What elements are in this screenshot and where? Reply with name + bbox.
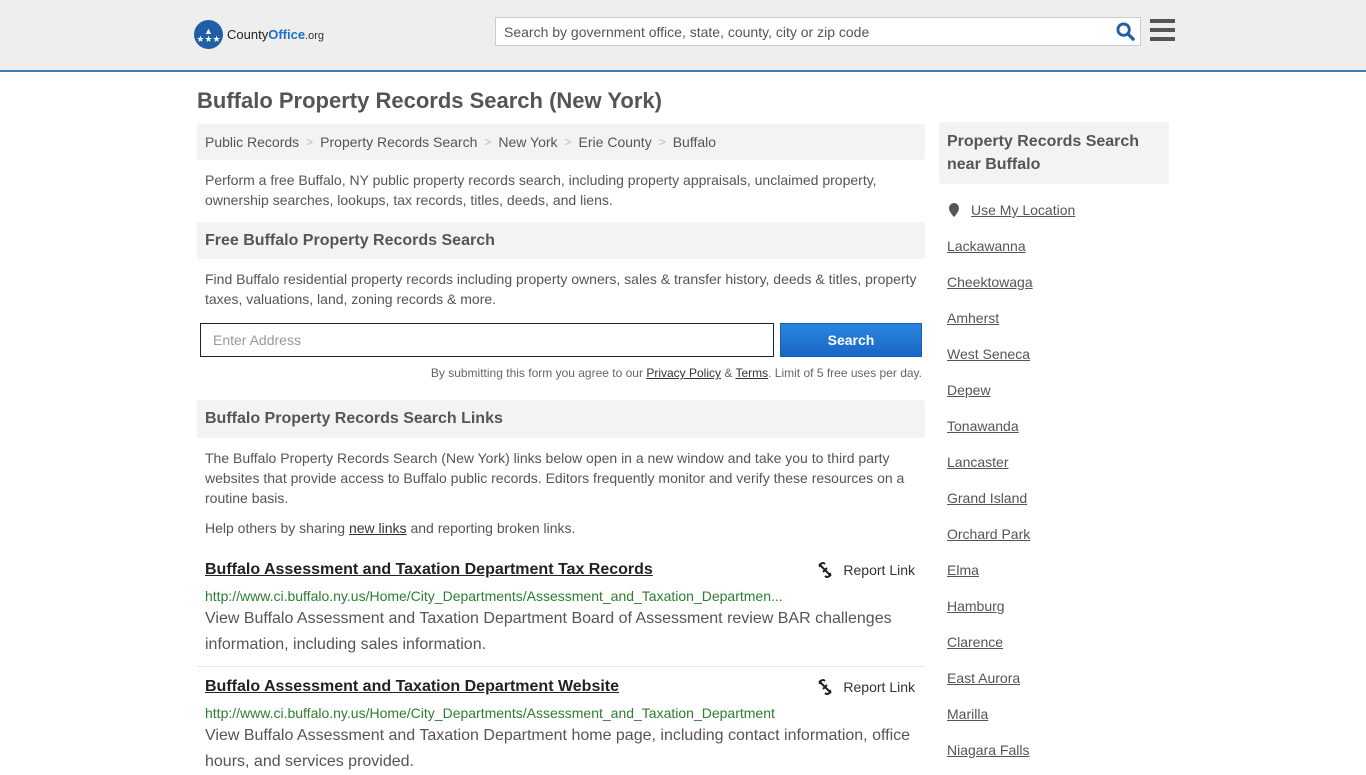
report-link-button[interactable]: Report Link — [817, 679, 915, 695]
link-description: View Buffalo Assessment and Taxation Dep… — [205, 610, 892, 653]
sidebar-city-link[interactable]: Lancaster — [947, 444, 1169, 480]
sidebar-city-link[interactable]: Clarence — [947, 624, 1169, 660]
link-item: Buffalo Assessment and Taxation Departme… — [197, 559, 925, 667]
link-title[interactable]: Buffalo Assessment and Taxation Departme… — [205, 678, 619, 696]
site-header: ▲ ★★★ CountyOffice.org — [0, 0, 1366, 72]
help-text: Help others by sharing new links and rep… — [205, 520, 576, 536]
breadcrumb-erie-county[interactable]: Erie County — [579, 134, 652, 150]
free-search-text: Find Buffalo residential property record… — [205, 271, 917, 307]
sidebar-heading: Property Records Search near Buffalo — [939, 122, 1169, 184]
link-item: Buffalo Assessment and Taxation Departme… — [197, 676, 925, 775]
breadcrumb-separator: > — [658, 135, 666, 149]
link-title[interactable]: Buffalo Assessment and Taxation Departme… — [205, 561, 653, 579]
sidebar-city-link[interactable]: East Aurora — [947, 660, 1169, 696]
site-search — [495, 17, 1141, 46]
sidebar-city-link[interactable]: Marilla — [947, 696, 1169, 732]
breadcrumb: Public Records > Property Records Search >… — [197, 124, 925, 160]
sidebar-city-link[interactable]: Amherst — [947, 300, 1169, 336]
address-search-form: Search — [197, 323, 925, 357]
sidebar-city-link[interactable]: Orchard Park — [947, 516, 1169, 552]
sidebar-city-link[interactable]: Hamburg — [947, 588, 1169, 624]
logo-eagle-icon: ▲ ★★★ — [194, 20, 223, 49]
sidebar-city-link[interactable]: Cheektowaga — [947, 264, 1169, 300]
report-link-button[interactable]: Report Link — [817, 562, 915, 578]
sidebar-city-link[interactable]: Elma — [947, 552, 1169, 588]
breadcrumb-property-records-search[interactable]: Property Records Search — [320, 134, 477, 150]
links-intro-text: The Buffalo Property Records Search (New… — [205, 450, 905, 506]
site-search-input[interactable] — [496, 18, 1110, 45]
page-title: Buffalo Property Records Search (New Yor… — [197, 88, 662, 113]
intro-text: Perform a free Buffalo, NY public proper… — [205, 172, 877, 208]
hamburger-menu-icon[interactable] — [1150, 19, 1175, 41]
sidebar-city-link[interactable]: Tonawanda — [947, 408, 1169, 444]
search-icon[interactable] — [1110, 22, 1140, 41]
sidebar-city-link[interactable]: Depew — [947, 372, 1169, 408]
link-url: http://www.ci.buffalo.ny.us/Home/City_De… — [205, 588, 783, 604]
breadcrumb-buffalo[interactable]: Buffalo — [673, 134, 716, 150]
link-description: View Buffalo Assessment and Taxation Dep… — [205, 727, 911, 770]
sidebar-city-link[interactable]: West Seneca — [947, 336, 1169, 372]
use-my-location-link[interactable]: Use My Location — [971, 192, 1075, 228]
free-search-heading: Free Buffalo Property Records Search — [197, 222, 925, 259]
nearby-cities-list: Use My Location Lackawanna Cheektowaga A… — [939, 192, 1169, 768]
breadcrumb-public-records[interactable]: Public Records — [205, 134, 299, 150]
privacy-policy-link[interactable]: Privacy Policy — [646, 366, 721, 380]
sidebar-city-link[interactable]: Lackawanna — [947, 228, 1169, 264]
terms-link[interactable]: Terms — [735, 366, 768, 380]
links-heading: Buffalo Property Records Search Links — [197, 400, 925, 438]
breadcrumb-separator: > — [484, 135, 492, 149]
form-disclaimer: By submitting this form you agree to our… — [430, 366, 922, 380]
use-location: Use My Location — [947, 192, 1169, 228]
logo[interactable]: ▲ ★★★ CountyOffice.org — [194, 20, 324, 49]
new-links-link[interactable]: new links — [349, 520, 407, 536]
map-pin-icon — [949, 203, 959, 217]
breadcrumb-separator: > — [306, 135, 314, 149]
search-button[interactable]: Search — [780, 323, 922, 357]
sidebar-city-link[interactable]: Grand Island — [947, 480, 1169, 516]
main-content: Public Records > Property Records Search >… — [197, 124, 925, 775]
breadcrumb-separator: > — [564, 135, 572, 149]
breadcrumb-new-york[interactable]: New York — [498, 134, 557, 150]
sidebar: Property Records Search near Buffalo Use… — [939, 122, 1169, 768]
sidebar-city-link[interactable]: Niagara Falls — [947, 732, 1169, 768]
link-url: http://www.ci.buffalo.ny.us/Home/City_De… — [205, 705, 775, 721]
broken-link-icon — [818, 562, 833, 578]
broken-link-icon — [818, 679, 833, 695]
address-input[interactable] — [200, 323, 774, 357]
